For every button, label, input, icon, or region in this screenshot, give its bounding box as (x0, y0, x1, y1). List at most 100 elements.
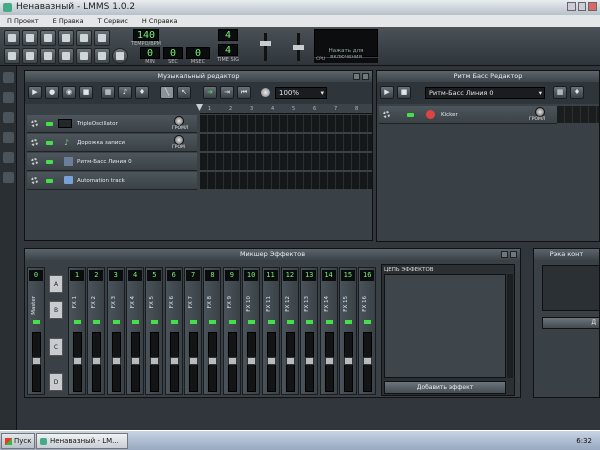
export-project-button[interactable] (94, 30, 110, 46)
bb-add-automation-button[interactable]: ♦ (570, 86, 584, 99)
mixer-channel[interactable]: 4 FX 4 (126, 267, 145, 395)
zoom-select[interactable]: 100% ▾ (275, 87, 327, 99)
fader-handle[interactable] (266, 357, 276, 365)
close-icon[interactable] (588, 2, 598, 11)
add-automation-track-button[interactable]: ♦ (135, 86, 149, 99)
gear-icon[interactable] (31, 139, 38, 146)
channel-mute-led[interactable] (132, 320, 140, 324)
master-volume-slider[interactable] (260, 33, 271, 61)
bank-d-button[interactable]: D (49, 373, 63, 391)
bb-pattern-select[interactable]: Ритм-Басс Линия 0 ▾ (425, 87, 545, 99)
mixer-channel[interactable]: 12 FX 12 (280, 267, 299, 395)
fader-handle[interactable] (131, 357, 141, 365)
edit-mode-button[interactable]: ↖ (177, 86, 191, 99)
track-row[interactable]: Automation track (27, 172, 197, 190)
mixer-channel[interactable]: 16 FX 16 (358, 267, 377, 395)
pattern-lane[interactable] (200, 115, 372, 132)
channel-fader[interactable] (131, 332, 141, 392)
gear-icon[interactable] (31, 177, 38, 184)
kicker-instrument-icon[interactable] (426, 110, 435, 119)
add-bb-track-button[interactable]: ▦ (101, 86, 115, 99)
channel-fader[interactable] (285, 332, 295, 392)
autoscroll-button[interactable]: ➜ (203, 86, 217, 99)
fx-mixer-toggle[interactable] (76, 48, 92, 64)
pattern-lane[interactable] (200, 134, 372, 151)
gear-icon[interactable] (31, 120, 38, 127)
time-sig-numerator[interactable]: 4 (218, 29, 238, 41)
mute-led[interactable] (46, 160, 53, 164)
oscilloscope-display[interactable]: Нажать для включения (314, 29, 378, 60)
automation-editor-toggle[interactable] (58, 48, 74, 64)
mute-led[interactable] (407, 113, 414, 117)
fader-handle[interactable] (73, 357, 82, 365)
mixer-channel[interactable]: 6 FX 6 (164, 267, 183, 395)
piano-roll-toggle[interactable] (40, 48, 56, 64)
channel-mute-led[interactable] (93, 320, 101, 324)
mixer-channel[interactable]: 10 FX 10 (242, 267, 261, 395)
fader-handle[interactable] (247, 357, 257, 365)
volume-knob[interactable] (535, 107, 545, 117)
gear-icon[interactable] (31, 158, 38, 165)
draw-mode-button[interactable]: ╲ (160, 86, 174, 99)
channel-fader[interactable] (363, 332, 373, 392)
channel-mute-led[interactable] (170, 320, 178, 324)
volume-knob[interactable] (174, 116, 184, 126)
track-row[interactable]: TripleOscillator ГРОМЛ (27, 115, 197, 133)
play-button[interactable]: ▶ (28, 86, 42, 99)
mixer-channel[interactable]: 8 FX 8 (203, 267, 222, 395)
channel-mute-led[interactable] (306, 320, 314, 324)
taskbar-app-button[interactable]: Ненавазный - LM... (36, 433, 128, 449)
volume-knob[interactable] (174, 135, 184, 145)
fader-handle[interactable] (343, 357, 353, 365)
song-editor-minimize-icon[interactable] (353, 73, 360, 80)
new-project-button[interactable] (4, 30, 20, 46)
stop-button[interactable]: ■ (79, 86, 93, 99)
track-row[interactable]: ♪ Дорожка записи ГРОМ (27, 134, 197, 152)
channel-mute-led[interactable] (74, 320, 81, 324)
track-row[interactable]: Ритм-Басс Линия 0 (27, 153, 197, 171)
bb-add-bar-button[interactable]: ▦ (553, 86, 567, 99)
menu-edit[interactable]: Е Правка (46, 15, 91, 27)
channel-mute-led[interactable] (151, 320, 159, 324)
menu-tools[interactable]: Т Сервис (91, 15, 135, 27)
effects-scrollbar[interactable] (507, 274, 513, 378)
channel-mute-led[interactable] (248, 320, 256, 324)
bb-editor-toggle[interactable] (22, 48, 38, 64)
channel-fader[interactable] (247, 332, 257, 392)
channel-fader[interactable] (32, 332, 41, 392)
channel-mute-led[interactable] (33, 320, 40, 324)
maximize-icon[interactable] (577, 2, 587, 11)
fx-mixer-title-bar[interactable]: Микшер Эффектов (25, 249, 520, 260)
fader-handle[interactable] (285, 357, 295, 365)
bank-b-button[interactable]: B (49, 301, 63, 319)
add-controller-button[interactable]: Д (542, 317, 600, 329)
start-button[interactable]: Пуск (1, 433, 35, 449)
mixer-channel[interactable]: 7 FX 7 (184, 267, 203, 395)
channel-mute-led[interactable] (364, 320, 372, 324)
bank-c-button[interactable]: C (49, 338, 63, 356)
mixer-channel[interactable]: 5 FX 5 (145, 267, 164, 395)
fx-mixer-minimize-icon[interactable] (501, 251, 508, 258)
root-directory-icon[interactable] (3, 152, 14, 163)
instrument-plugins-icon[interactable] (3, 172, 14, 183)
bb-track-row[interactable]: Kicker ГРОМЛ (379, 106, 557, 124)
fader-handle[interactable] (363, 357, 373, 365)
channel-fader[interactable] (92, 332, 102, 392)
menu-project[interactable]: П Проект (0, 15, 46, 27)
channel-fader[interactable] (305, 332, 315, 392)
channel-mute-led[interactable] (228, 320, 236, 324)
controller-rack-title-bar[interactable]: Рэка конт (534, 249, 599, 260)
new-from-template-button[interactable] (22, 30, 38, 46)
channel-fader[interactable] (324, 332, 334, 392)
master-pitch-slider[interactable] (293, 33, 304, 61)
channel-fader[interactable] (111, 332, 121, 392)
instrument-icon[interactable] (58, 119, 72, 128)
stop-behaviour-button[interactable]: ⏮ (237, 86, 251, 99)
channel-mute-led[interactable] (267, 320, 275, 324)
bb-stop-button[interactable]: ■ (397, 86, 411, 99)
my-projects-icon[interactable] (3, 72, 14, 83)
channel-fader[interactable] (150, 332, 160, 392)
mute-led[interactable] (46, 141, 53, 145)
song-editor-close-icon[interactable] (362, 73, 369, 80)
fader-handle[interactable] (305, 357, 315, 365)
